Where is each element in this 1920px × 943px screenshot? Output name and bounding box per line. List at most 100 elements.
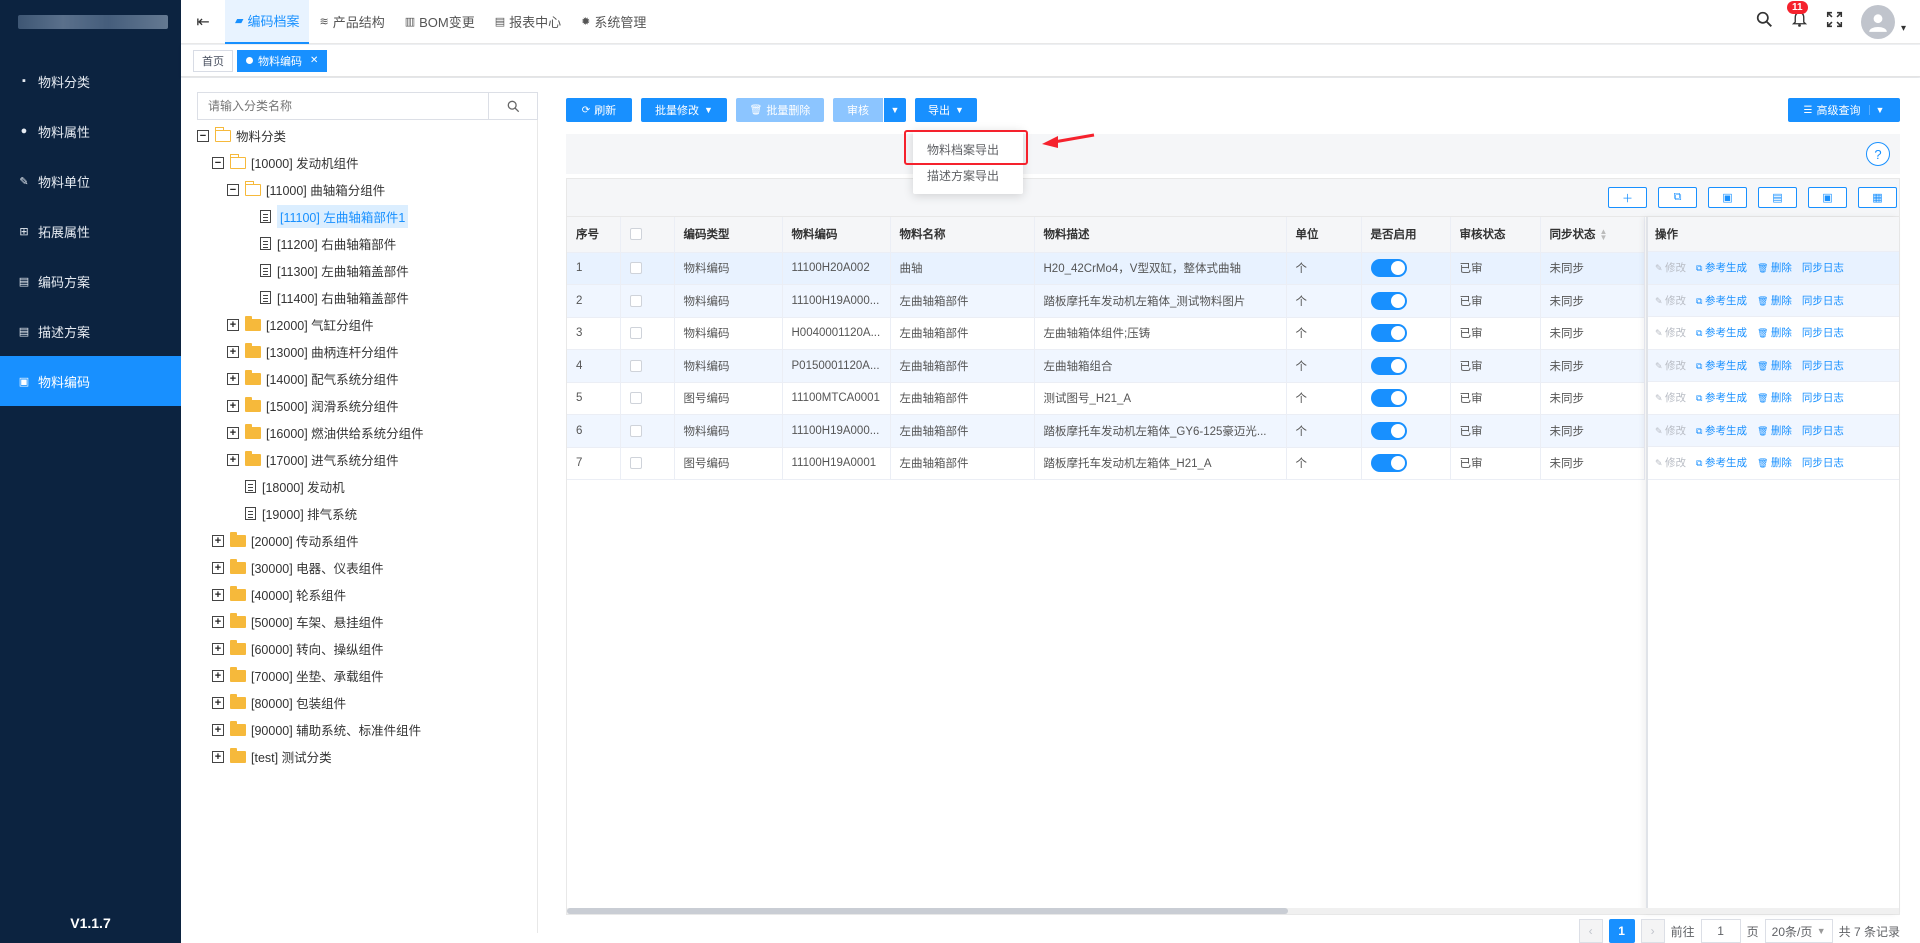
sidebar-item-1[interactable]: ● 物料属性 — [0, 106, 181, 156]
prev-page-icon[interactable]: ‹ — [1578, 919, 1603, 943]
delete-link[interactable]: 🗑 删除 — [1757, 390, 1792, 405]
batch-edit-button[interactable]: 批量修改 ▼ — [641, 98, 727, 122]
tree-search-button[interactable] — [488, 92, 538, 120]
chevron-down-icon[interactable]: ▼ — [1868, 105, 1884, 115]
tree-node[interactable]: [19000] 排气系统 — [197, 500, 537, 527]
tree-node[interactable]: [11200] 右曲轴箱部件 — [197, 230, 537, 257]
sync-log-link[interactable]: 同步日志 — [1802, 423, 1844, 438]
sync-log-link[interactable]: 同步日志 — [1802, 455, 1844, 470]
next-page-icon[interactable]: › — [1640, 919, 1665, 943]
collapse-icon[interactable]: − — [212, 156, 224, 169]
page-number[interactable]: 1 — [1608, 919, 1635, 943]
enabled-toggle[interactable] — [1370, 356, 1407, 375]
table-row[interactable]: 1 物料编码 11100H20A002 曲轴 H20_42CrMo4，V型双缸，整体式曲… — [567, 252, 1645, 285]
tree-node[interactable]: + [15000] 润滑系统分组件 — [197, 392, 537, 419]
goto-page-input[interactable]: 1 — [1700, 919, 1741, 943]
delete-link[interactable]: 🗑 删除 — [1757, 358, 1792, 373]
tree-node[interactable]: + [50000] 车架、悬挂组件 — [197, 608, 537, 635]
sidebar-item-2[interactable]: ✎ 物料单位 — [0, 156, 181, 206]
reference-generate-link[interactable]: ⧉ 参考生成 — [1696, 358, 1747, 373]
edit-link[interactable]: ✎ 修改 — [1655, 358, 1686, 373]
reference-generate-link[interactable]: ⧉ 参考生成 — [1696, 423, 1747, 438]
edit-link[interactable]: ✎ 修改 — [1655, 260, 1686, 275]
topnav-item-0[interactable]: ▰ 编码档案 — [225, 0, 310, 44]
tree-node[interactable]: [11100] 左曲轴箱部件1 — [197, 203, 537, 230]
sidebar-item-5[interactable]: ▤ 描述方案 — [0, 306, 181, 356]
expand-icon[interactable]: + — [212, 750, 224, 763]
sort-icon[interactable]: ▲ ▼ — [1600, 228, 1608, 242]
tree-node[interactable]: + [60000] 转向、操纵组件 — [197, 635, 537, 662]
topnav-item-2[interactable]: ▥ BOM变更 — [395, 0, 485, 44]
tree-node[interactable]: + [20000] 传动系组件 — [197, 527, 537, 554]
table-row[interactable]: 5 图号编码 11100MTCA0001 左曲轴箱部件 测试图号_H21_A 个 已审 未同步 — [567, 382, 1645, 415]
enabled-toggle[interactable] — [1370, 421, 1407, 440]
page-size-select[interactable]: 20条/页 ▼ — [1764, 919, 1833, 943]
edit-link[interactable]: ✎ 修改 — [1655, 293, 1686, 308]
export-description-scheme-item[interactable]: 描述方案导出 — [913, 162, 1023, 188]
sidebar-item-4[interactable]: ▤ 编码方案 — [0, 256, 181, 306]
table-row[interactable]: 7 图号编码 11100H19A0001 左曲轴箱部件 踏板摩托车发动机左箱体_H21_… — [567, 447, 1645, 480]
tree-node[interactable]: − [10000] 发动机组件 — [197, 149, 537, 176]
batch-delete-button[interactable]: 🗑 批量删除 — [736, 98, 824, 122]
reference-generate-link[interactable]: ⧉ 参考生成 — [1696, 260, 1747, 275]
sync-log-link[interactable]: 同步日志 — [1802, 260, 1844, 275]
expand-icon[interactable]: + — [212, 723, 224, 736]
sidebar-item-3[interactable]: ⊞ 拓展属性 — [0, 206, 181, 256]
expand-icon[interactable]: + — [212, 588, 224, 601]
row-checkbox[interactable] — [629, 359, 642, 372]
tree-node[interactable]: − 物料分类 — [197, 122, 537, 149]
close-icon[interactable]: ✕ — [310, 55, 318, 66]
sync-log-link[interactable]: 同步日志 — [1802, 293, 1844, 308]
add-row-icon[interactable]: ＋ — [1608, 187, 1647, 208]
row-checkbox[interactable] — [629, 392, 642, 405]
enabled-toggle[interactable] — [1370, 389, 1407, 408]
delete-link[interactable]: 🗑 删除 — [1757, 455, 1792, 470]
row-checkbox[interactable] — [629, 327, 642, 340]
tree-node[interactable]: [18000] 发动机 — [197, 473, 537, 500]
expand-icon[interactable]: + — [227, 399, 239, 412]
expand-icon[interactable]: + — [212, 561, 224, 574]
expand-icon[interactable]: + — [227, 426, 239, 439]
tree-node[interactable]: + [30000] 电器、仪表组件 — [197, 554, 537, 581]
reference-generate-link[interactable]: ⧉ 参考生成 — [1696, 455, 1747, 470]
collapse-icon[interactable]: − — [227, 183, 239, 196]
expand-icon[interactable]: + — [212, 615, 224, 628]
tree-node[interactable]: + [13000] 曲柄连杆分组件 — [197, 338, 537, 365]
expand-icon[interactable]: + — [212, 534, 224, 547]
table-row[interactable]: 4 物料编码 P0150001120A... 左曲轴箱部件 左曲轴箱组合个 已审 未同步 — [567, 349, 1645, 383]
sync-log-link[interactable]: 同步日志 — [1802, 325, 1844, 340]
expand-icon[interactable]: + — [227, 453, 239, 466]
save-icon[interactable]: ▤ — [1758, 187, 1797, 208]
topnav-item-4[interactable]: ✹ 系统管理 — [571, 0, 656, 44]
edit-link[interactable]: ✎ 修改 — [1655, 325, 1686, 340]
edit-link[interactable]: ✎ 修改 — [1655, 455, 1686, 470]
expand-icon[interactable]: + — [227, 318, 239, 331]
tree-node[interactable]: − [11000] 曲轴箱分组件 — [197, 176, 537, 203]
help-icon[interactable]: ? — [1866, 142, 1890, 166]
tree-node[interactable]: [11400] 右曲轴箱盖部件 — [197, 284, 537, 311]
tab-home[interactable]: 首页 — [193, 49, 233, 72]
tree-node[interactable]: [11300] 左曲轴箱盖部件 — [197, 257, 537, 284]
topnav-item-1[interactable]: ≋ 产品结构 — [309, 0, 394, 44]
scrollbar-thumb[interactable] — [567, 908, 1288, 914]
tree-node[interactable]: + [17000] 进气系统分组件 — [197, 446, 537, 473]
col-header-sync[interactable]: 同步状态 ▲ ▼ — [1540, 217, 1645, 253]
tree-node[interactable]: + [90000] 辅助系统、标准件组件 — [197, 716, 537, 743]
reference-generate-link[interactable]: ⧉ 参考生成 — [1696, 325, 1747, 340]
expand-icon[interactable]: + — [227, 345, 239, 358]
expand-icon[interactable]: + — [212, 696, 224, 709]
row-checkbox[interactable] — [629, 424, 642, 437]
tree-node[interactable]: + [16000] 燃油供给系统分组件 — [197, 419, 537, 446]
tree-node[interactable]: + [80000] 包装组件 — [197, 689, 537, 716]
export-button[interactable]: 导出 ▼ — [915, 98, 977, 122]
enabled-toggle[interactable] — [1370, 291, 1407, 310]
table-row[interactable]: 3 物料编码 H0040001120A... 左曲轴箱部件 左曲轴箱体组件;压铸个 已审未… — [567, 317, 1645, 350]
tree-node[interactable]: + [12000] 气缸分组件 — [197, 311, 537, 338]
tree-node[interactable]: + [test] 测试分类 — [197, 743, 537, 770]
delete-link[interactable]: 🗑 删除 — [1757, 423, 1792, 438]
horizontal-scrollbar[interactable] — [567, 908, 1899, 914]
select-all-checkbox[interactable] — [629, 228, 642, 241]
delete-link[interactable]: 🗑 删除 — [1757, 325, 1792, 340]
enabled-toggle[interactable] — [1370, 324, 1407, 343]
excel-export-icon[interactable]: ▣ — [1808, 187, 1847, 208]
